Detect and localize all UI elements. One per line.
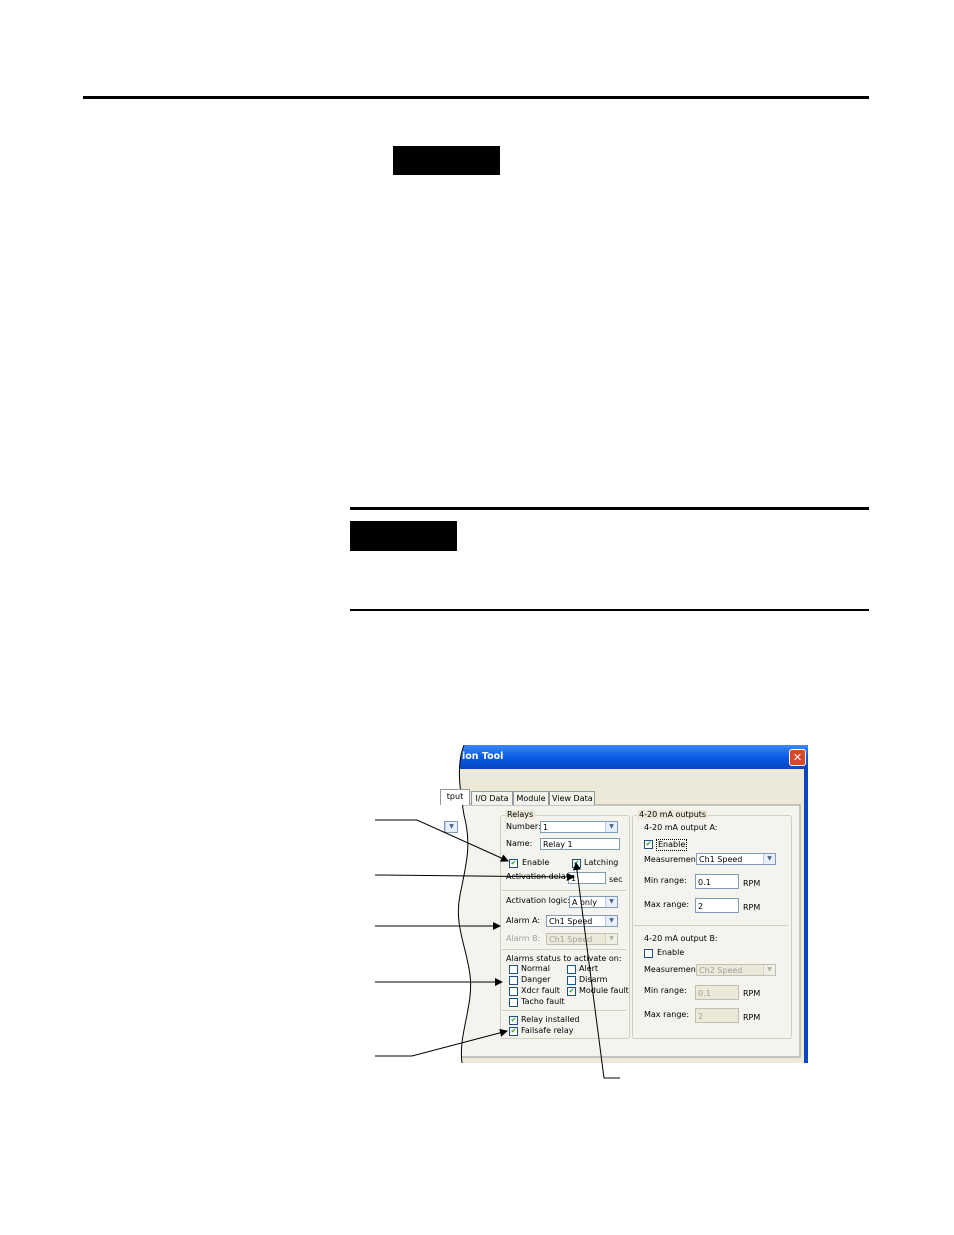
disarm-checkbox[interactable] xyxy=(567,976,576,985)
close-icon[interactable]: ✕ xyxy=(789,749,806,766)
dropdown-arrow-icon: ▼ xyxy=(445,822,457,832)
tab-module[interactable]: Module xyxy=(513,791,549,805)
module-fault-checkbox[interactable]: ✔ xyxy=(567,987,576,996)
left-stub-combo[interactable]: ▼ xyxy=(444,821,458,833)
module-fault-label: Module fault xyxy=(579,986,629,995)
name-input[interactable]: Relay 1 xyxy=(540,838,620,850)
tab-output[interactable]: tput xyxy=(440,789,470,805)
configuration-dialog: ion Tool ✕ tput I/O Data Module View Dat… xyxy=(438,745,808,1063)
xdcr-fault-label: Xdcr fault xyxy=(521,986,560,995)
relay-installed-label: Relay installed xyxy=(521,1015,580,1024)
output-a-max-range-label: Max range: xyxy=(644,900,690,909)
activation-delay-label: Activation delay: xyxy=(506,872,573,881)
danger-checkbox[interactable] xyxy=(509,976,518,985)
alert-checkbox[interactable] xyxy=(567,965,576,974)
output-b-measurement-value: Ch2 Speed xyxy=(699,966,743,975)
delay-unit: sec xyxy=(609,875,623,884)
output-b-max-range-input: 2 xyxy=(695,1008,739,1023)
normal-checkbox[interactable] xyxy=(509,965,518,974)
name-label: Name: xyxy=(506,839,533,848)
alert-label: Alert xyxy=(579,964,599,973)
tacho-fault-checkbox[interactable] xyxy=(509,998,518,1007)
relays-divider-3 xyxy=(502,1010,626,1011)
output-a-max-range-input[interactable]: 2 xyxy=(695,898,739,913)
number-value: 1 xyxy=(543,823,549,832)
failsafe-relay-checkbox[interactable]: ✔ xyxy=(509,1027,518,1036)
output-b-measurement-combo: Ch2 Speed ▼ xyxy=(696,964,776,976)
output-a-enable-checkbox[interactable]: ✔ xyxy=(644,840,653,849)
output-a-max-unit: RPM xyxy=(743,903,761,912)
dropdown-arrow-icon: ▼ xyxy=(605,934,617,944)
tacho-fault-label: Tacho fault xyxy=(521,997,565,1006)
dropdown-arrow-icon: ▼ xyxy=(763,965,775,975)
tab-view-data[interactable]: View Data xyxy=(549,791,595,805)
redacted-label-2 xyxy=(350,521,457,551)
activation-logic-label: Activation logic: xyxy=(506,896,571,905)
output-a-min-range-input[interactable]: 0.1 xyxy=(695,874,739,889)
dropdown-arrow-icon: ▼ xyxy=(605,916,617,926)
output-b-enable-label: Enable xyxy=(657,948,685,957)
output-b-measurement-label: Measurement: xyxy=(644,965,702,974)
number-combo[interactable]: 1 ▼ xyxy=(540,821,618,833)
alarm-status-label: Alarms status to activate on: xyxy=(506,954,622,963)
relays-divider-1 xyxy=(502,890,626,891)
alarm-a-combo[interactable]: Ch1 Speed ▼ xyxy=(546,915,618,927)
output-a-min-unit: RPM xyxy=(743,879,761,888)
tab-io-data[interactable]: I/O Data xyxy=(471,791,513,805)
alarm-b-label: Alarm B: xyxy=(506,934,541,943)
latching-label: Latching xyxy=(584,858,619,867)
normal-label: Normal xyxy=(521,964,550,973)
output-b-min-range-input: 0.1 xyxy=(695,985,739,1000)
alarm-a-value: Ch1 Speed xyxy=(549,917,593,926)
number-label: Number: xyxy=(506,822,541,831)
activation-logic-value: A only xyxy=(572,898,597,907)
note-bottom-rule xyxy=(350,609,869,611)
output-b-min-range-label: Min range: xyxy=(644,986,687,995)
output-b-max-range-label: Max range: xyxy=(644,1010,690,1019)
output-a-min-range-label: Min range: xyxy=(644,876,687,885)
activation-logic-combo[interactable]: A only ▼ xyxy=(569,896,618,908)
dropdown-arrow-icon: ▼ xyxy=(605,822,617,832)
output-a-measurement-value: Ch1 Speed xyxy=(699,855,743,864)
output-b-min-unit: RPM xyxy=(743,989,761,998)
disarm-label: Disarm xyxy=(579,975,608,984)
output-a-enable-label: Enable xyxy=(656,839,688,851)
alarm-b-combo: Ch1 Speed ▼ xyxy=(546,933,618,945)
activation-delay-input[interactable]: 1 xyxy=(568,872,606,884)
output-a-label: 4-20 mA output A: xyxy=(644,823,718,832)
latching-checkbox[interactable]: ✔ xyxy=(572,859,581,868)
relay-installed-checkbox[interactable]: ✔ xyxy=(509,1016,518,1025)
enable-checkbox[interactable]: ✔ xyxy=(509,859,518,868)
note-top-rule xyxy=(350,507,869,510)
output-a-measurement-combo[interactable]: Ch1 Speed ▼ xyxy=(696,853,776,865)
outputs-group-label: 4-20 mA outputs xyxy=(637,810,709,819)
alarm-b-value: Ch1 Speed xyxy=(549,935,593,944)
output-a-measurement-label: Measurement: xyxy=(644,855,702,864)
window-title: ion Tool xyxy=(462,751,504,762)
dropdown-arrow-icon: ▼ xyxy=(763,854,775,864)
output-b-enable-checkbox[interactable] xyxy=(644,949,653,958)
top-rule xyxy=(83,96,869,99)
output-b-label: 4-20 mA output B: xyxy=(644,934,718,943)
enable-label: Enable xyxy=(522,858,550,867)
redacted-label-1 xyxy=(393,146,500,175)
failsafe-relay-label: Failsafe relay xyxy=(521,1026,574,1035)
alarm-a-label: Alarm A: xyxy=(506,916,541,925)
danger-label: Danger xyxy=(521,975,551,984)
relays-group-label: Relays xyxy=(505,810,536,819)
output-b-max-unit: RPM xyxy=(743,1013,761,1022)
xdcr-fault-checkbox[interactable] xyxy=(509,987,518,996)
dropdown-arrow-icon: ▼ xyxy=(605,897,617,907)
outputs-divider xyxy=(634,925,788,926)
relays-divider-2 xyxy=(502,949,626,950)
